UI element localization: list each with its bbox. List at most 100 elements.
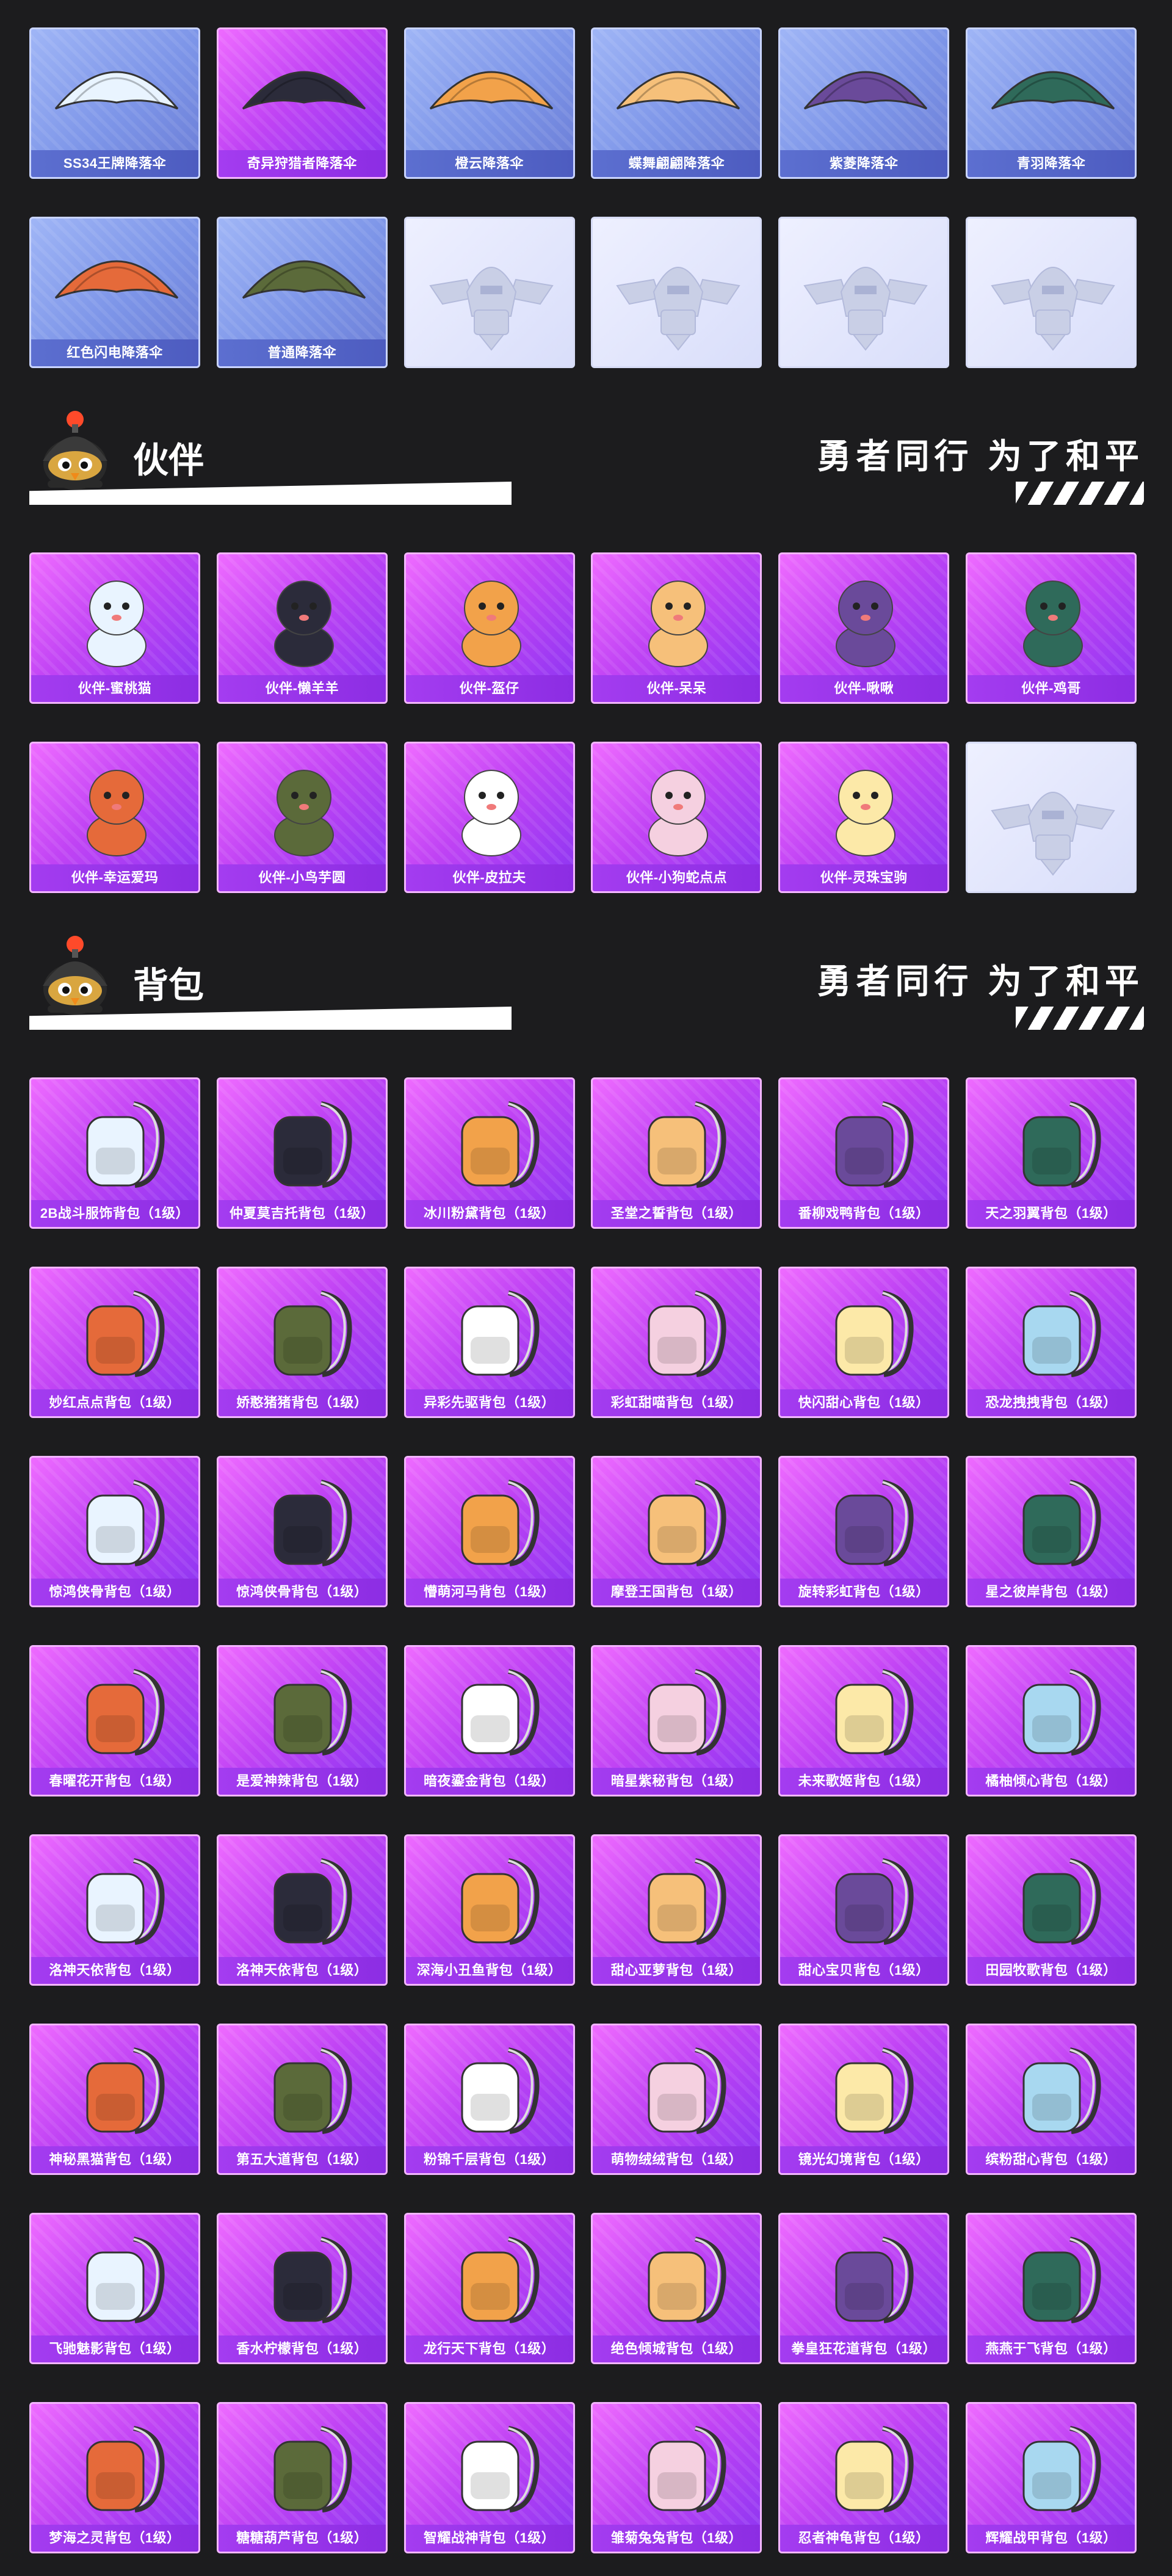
item-card[interactable]: 伙伴-小鸟芋圆 (216, 742, 388, 893)
item-label: 糖糖葫芦背包（1级） (218, 2525, 386, 2552)
item-card[interactable]: 忍者神龟背包（1级） (778, 2402, 950, 2553)
item-card[interactable]: 第五大道背包（1级） (216, 2024, 388, 2175)
item-label: 暗夜鎏金背包（1级） (405, 1768, 573, 1795)
item-card[interactable]: 妙红点点背包（1级） (29, 1267, 200, 1418)
section-title: 伙伴 (133, 441, 204, 480)
item-card[interactable]: 暗夜鎏金背包（1级） (403, 1645, 575, 1796)
item-card[interactable]: 伙伴-懒羊羊 (216, 552, 388, 704)
item-card[interactable]: 糖糖葫芦背包（1级） (216, 2402, 388, 2553)
item-card[interactable]: 仲夏莫吉托背包（1级） (216, 1077, 388, 1229)
item-card[interactable]: 伙伴-幸运爱玛 (29, 742, 200, 893)
backpack-icon (835, 2237, 914, 2323)
item-card[interactable]: SS34王牌降落伞 (29, 27, 200, 179)
item-card[interactable]: 伙伴-鸡哥 (965, 552, 1137, 704)
item-card[interactable]: 雏菊兔兔背包（1级） (591, 2402, 762, 2553)
item-label: 洛神天依背包（1级） (31, 1957, 198, 1984)
companion-grid: 伙伴-蜜桃猫 伙伴-懒羊羊 伙伴-盔仔 伙伴-呆呆 伙伴-啾啾 伙伴-鸡哥 伙伴-幸运爱玛伙… (29, 552, 1137, 893)
item-card[interactable]: 缤粉甜心背包（1级） (965, 2024, 1137, 2175)
item-card[interactable]: 粉锦千层背包（1级） (403, 2024, 575, 2175)
item-card[interactable]: 伙伴-呆呆 (591, 552, 762, 704)
item-label: 梦海之灵背包（1级） (31, 2525, 198, 2552)
item-label: 仲夏莫吉托背包（1级） (218, 1200, 386, 1227)
item-card[interactable]: 田园牧歌背包（1级） (965, 1834, 1137, 1986)
item-card[interactable]: 快闪甜心背包（1级） (778, 1267, 950, 1418)
item-card[interactable]: 奇异狩猎者降落伞 (216, 27, 388, 179)
item-card[interactable]: 伙伴-小狗蛇点点 (591, 742, 762, 893)
item-label: 红色闪电降落伞 (31, 339, 198, 366)
item-card[interactable]: 2B战斗服饰背包（1级） (29, 1077, 200, 1229)
item-card[interactable]: 红色闪电降落伞 (29, 217, 200, 368)
item-card[interactable]: 冰川粉黛背包（1级） (403, 1077, 575, 1229)
item-card[interactable]: 异彩先驱背包（1级） (403, 1267, 575, 1418)
item-card[interactable]: 懵萌河马背包（1级） (403, 1456, 575, 1607)
companion-icon (836, 581, 896, 667)
item-card[interactable]: 萌物绒绒背包（1级） (591, 2024, 762, 2175)
decor-stripes-right (1016, 1007, 1144, 1030)
item-card[interactable]: 洛神天依背包（1级） (29, 1834, 200, 1986)
backpack-icon (648, 2047, 726, 2134)
item-card[interactable]: 深海小丑鱼背包（1级） (403, 1834, 575, 1986)
item-card[interactable]: 天之羽翼背包（1级） (965, 1077, 1137, 1229)
companion-icon (461, 581, 521, 667)
backpack-icon (648, 1101, 726, 1188)
item-card[interactable]: 伙伴-灵珠宝驹 (778, 742, 950, 893)
item-card[interactable]: 伙伴-盔仔 (403, 552, 575, 704)
empty-slot-card (965, 217, 1137, 368)
item-label: 旋转彩虹背包（1级） (780, 1579, 948, 1605)
item-card[interactable]: 伙伴-啾啾 (778, 552, 950, 704)
item-card[interactable]: 星之彼岸背包（1级） (965, 1456, 1137, 1607)
item-card[interactable]: 娇憨猪猪背包（1级） (216, 1267, 388, 1418)
item-label: 雏菊兔兔背包（1级） (593, 2525, 761, 2552)
item-card[interactable]: 摩登王国背包（1级） (591, 1456, 762, 1607)
item-card[interactable]: 橙云降落伞 (403, 27, 575, 179)
item-card[interactable]: 紫菱降落伞 (778, 27, 950, 179)
item-card[interactable]: 燕燕于飞背包（1级） (965, 2213, 1137, 2364)
item-card[interactable]: 惊鸿侠骨背包（1级） (216, 1456, 388, 1607)
item-label: 恐龙拽拽背包（1级） (967, 1389, 1135, 1416)
item-card[interactable]: 普通降落伞 (216, 217, 388, 368)
item-label: 天之羽翼背包（1级） (967, 1200, 1135, 1227)
item-card[interactable]: 绝色倾城背包（1级） (591, 2213, 762, 2364)
item-label: 燕燕于飞背包（1级） (967, 2335, 1135, 2362)
item-card[interactable]: 洛神天依背包（1级） (216, 1834, 388, 1986)
item-label: 奇异狩猎者降落伞 (218, 150, 386, 177)
item-card[interactable]: 是爱神辣背包（1级） (216, 1645, 388, 1796)
item-card[interactable]: 伙伴-皮拉夫 (403, 742, 575, 893)
item-label: 辉耀战甲背包（1级） (967, 2525, 1135, 2552)
item-card[interactable]: 圣堂之誓背包（1级） (591, 1077, 762, 1229)
item-card[interactable]: 拳皇狂花道背包（1级） (778, 2213, 950, 2364)
parachute-icon (54, 71, 179, 110)
item-label: 是爱神辣背包（1级） (218, 1768, 386, 1795)
item-card[interactable]: 春曜花开背包（1级） (29, 1645, 200, 1796)
item-card[interactable]: 神秘黑猫背包（1级） (29, 2024, 200, 2175)
item-card[interactable]: 蝶舞翩翩降落伞 (591, 27, 762, 179)
item-card[interactable]: 彩虹甜喵背包（1级） (591, 1267, 762, 1418)
item-label: 娇憨猪猪背包（1级） (218, 1389, 386, 1416)
item-card[interactable]: 甜心宝贝背包（1级） (778, 1834, 950, 1986)
backpack-icon (86, 1669, 165, 1756)
item-label: 甜心亚萝背包（1级） (593, 1957, 761, 1984)
item-card[interactable]: 恐龙拽拽背包（1级） (965, 1267, 1137, 1418)
item-card[interactable]: 暗星紫秘背包（1级） (591, 1645, 762, 1796)
item-card[interactable]: 辉耀战甲背包（1级） (965, 2402, 1137, 2553)
item-card[interactable]: 飞驰魅影背包（1级） (29, 2213, 200, 2364)
item-card[interactable]: 番柳戏鸭背包（1级） (778, 1077, 950, 1229)
item-card[interactable]: 镜光幻境背包（1级） (778, 2024, 950, 2175)
item-card[interactable]: 智耀战神背包（1级） (403, 2402, 575, 2553)
item-card[interactable]: 甜心亚萝背包（1级） (591, 1834, 762, 1986)
backpack-grid: 2B战斗服饰背包（1级） 仲夏莫吉托背包（1级） 冰川粉黛背包（1级） 圣堂之誓背包（… (29, 1077, 1137, 2553)
item-card[interactable]: 梦海之灵背包（1级） (29, 2402, 200, 2553)
item-card[interactable]: 未来歌姬背包（1级） (778, 1645, 950, 1796)
item-card[interactable]: 香水柠檬背包（1级） (216, 2213, 388, 2364)
item-card[interactable]: 惊鸿侠骨背包（1级） (29, 1456, 200, 1607)
item-card[interactable]: 龙行天下背包（1级） (403, 2213, 575, 2364)
helmet-mascot-icon (43, 411, 107, 490)
item-label: 伙伴-盔仔 (405, 675, 573, 702)
item-card[interactable]: 伙伴-蜜桃猫 (29, 552, 200, 704)
placeholder-emblem-icon (991, 267, 1115, 351)
backpack-icon (86, 1290, 165, 1377)
item-label: 香水柠檬背包（1级） (218, 2335, 386, 2362)
item-card[interactable]: 青羽降落伞 (965, 27, 1137, 179)
item-card[interactable]: 旋转彩虹背包（1级） (778, 1456, 950, 1607)
item-card[interactable]: 橘柚倾心背包（1级） (965, 1645, 1137, 1796)
